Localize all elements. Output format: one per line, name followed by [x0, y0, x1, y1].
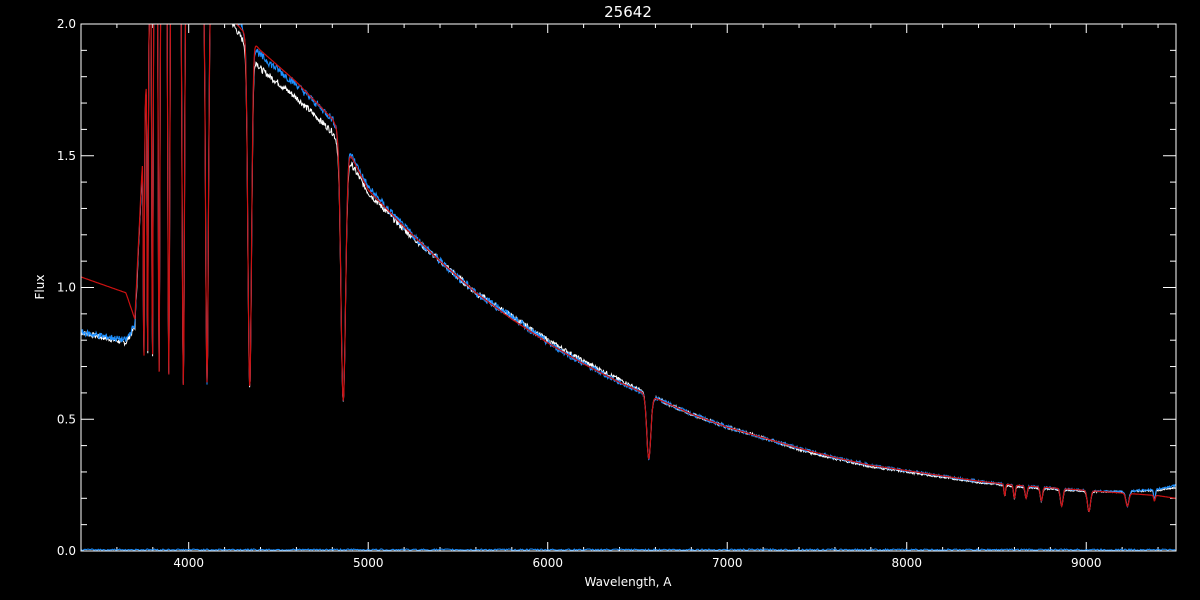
y-tick-label: 2.0: [57, 17, 76, 31]
x-tick-label: 6000: [532, 556, 563, 570]
x-tick-label: 9000: [1071, 556, 1102, 570]
series-observed: [81, 24, 1176, 512]
x-axis-label: Wavelength, A: [584, 575, 672, 589]
series-model: [81, 24, 1176, 513]
series-error: [81, 548, 1176, 551]
y-tick-label: 0.5: [57, 412, 76, 426]
axis-ticks: 4000 5000 6000 7000 8000 9000 0.0 0.5 1.0 1.5 2.0: [57, 17, 1176, 570]
plot-frame: [80, 23, 1177, 552]
y-tick-label: 1.0: [57, 281, 76, 295]
y-tick-label: 0.0: [57, 544, 76, 558]
y-tick-label: 1.5: [57, 149, 76, 163]
y-axis-label: Flux: [33, 275, 47, 300]
series-corrected: [81, 24, 1176, 512]
x-tick-label: 8000: [891, 556, 922, 570]
x-tick-label: 4000: [173, 556, 204, 570]
spectrum-plot: 25642 Wavelength, A Flux 4000 5000 6000 700…: [0, 0, 1200, 600]
series-layer: [81, 24, 1176, 551]
chart-title: 25642: [604, 3, 652, 21]
x-tick-label: 7000: [712, 556, 743, 570]
x-tick-label: 5000: [353, 556, 384, 570]
